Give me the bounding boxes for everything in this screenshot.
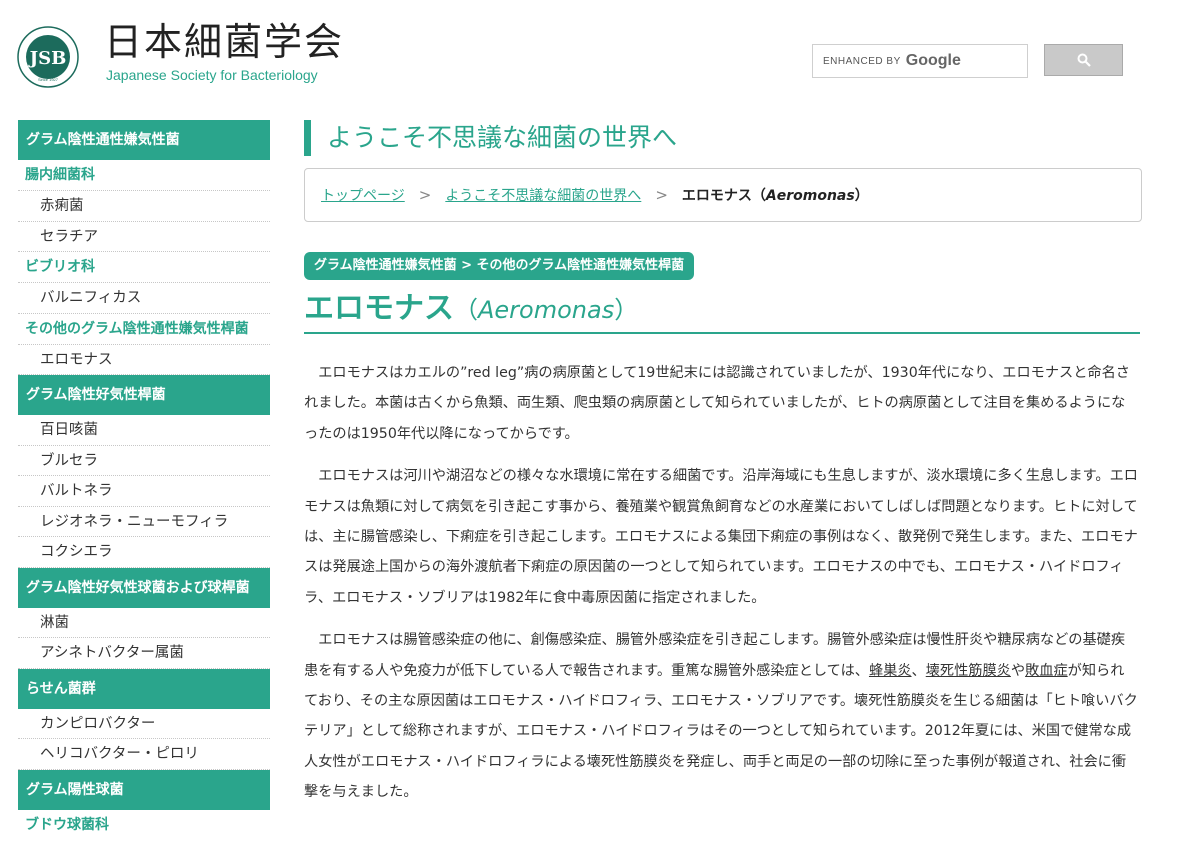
sidebar-item[interactable]: ヘリコバクター・ピロリ (18, 739, 270, 770)
site-subtitle: Japanese Society for Bacteriology (106, 67, 318, 83)
breadcrumb-home-link[interactable]: トップページ (321, 185, 405, 205)
breadcrumb-separator: > (418, 186, 432, 204)
sidebar-category[interactable]: グラム陰性通性嫌気性菌 (18, 120, 270, 160)
breadcrumb-current-ja: エロモナス (681, 188, 752, 204)
sidebar-item[interactable]: カンピロバクター (18, 709, 270, 739)
necrotizing-fasciitis-link[interactable]: 壊死性筋膜炎 (926, 663, 1011, 679)
site-title[interactable]: 日本細菌学会 (104, 20, 344, 64)
sidebar-item[interactable]: バルニフィカス (18, 283, 270, 314)
sidebar-subsection[interactable]: その他のグラム陰性通性嫌気性桿菌 (18, 314, 270, 345)
sidebar-item[interactable]: エロモナス (18, 345, 270, 375)
sidebar-nav: グラム陰性通性嫌気性菌 腸内細菌科 赤痢菌 セラチア ビブリオ科 バルニフィカス… (18, 120, 270, 841)
page-title-ja: エロモナス (304, 291, 454, 326)
sidebar-item[interactable]: ブルセラ (18, 446, 270, 476)
sidebar-item[interactable]: アシネトバクター属菌 (18, 638, 270, 669)
sidebar-item[interactable]: 百日咳菌 (18, 415, 270, 446)
sepsis-link[interactable]: 敗血症 (1025, 663, 1068, 679)
breadcrumb-separator: > (655, 186, 668, 204)
paragraph-text: 、 (911, 662, 926, 679)
jsb-logo[interactable]: JSB Since 1927 (17, 26, 79, 88)
sidebar-item[interactable]: 赤痢菌 (18, 191, 270, 222)
breadcrumb-current: エロモナス（Aeromonas） (681, 188, 869, 204)
paragraph: エロモナスは腸管感染症の他に、創傷感染症、腸管外感染症を引き起こします。腸管外感… (304, 625, 1138, 807)
search-google-label: Google (905, 52, 961, 69)
search-enhanced-label: ENHANCED BY (823, 55, 901, 67)
sidebar-category[interactable]: グラム陰性好気性球菌および球桿菌 (18, 567, 270, 608)
section-heading: ようこそ不思議な細菌の世界へ (304, 120, 677, 156)
breadcrumb-section-link[interactable]: ようこそ不思議な細菌の世界へ (445, 185, 641, 205)
paragraph-text: が知られており、その主な原因菌はエロモナス・ハイドロフィラ、エロモナス・ソブリア… (304, 662, 1138, 801)
sidebar-subsection[interactable]: ブドウ球菌科 (18, 810, 270, 841)
page-title-en: Aeromonas (478, 296, 615, 324)
sidebar-item[interactable]: レジオネラ・ニューモフィラ (18, 507, 270, 537)
sidebar-subsection[interactable]: 腸内細菌科 (18, 160, 270, 191)
sidebar-category[interactable]: グラム陽性球菌 (18, 769, 270, 810)
paragraph: エロモナスは河川や湖沼などの様々な水環境に常在する細菌です。沿岸海域にも生息しま… (304, 468, 1138, 606)
search-button[interactable] (1044, 44, 1123, 76)
paragraph-text: や (1010, 662, 1026, 679)
sidebar-category[interactable]: グラム陰性好気性桿菌 (18, 375, 270, 415)
site-header: JSB Since 1927 日本細菌学会 Japanese Society f… (0, 0, 1200, 110)
article-body: エロモナスはカエルの”red leg”病の病原菌として19世紀末には認識されてい… (304, 358, 1138, 820)
breadcrumb: トップページ > ようこそ不思議な細菌の世界へ > エロモナス（Aeromona… (304, 168, 1142, 222)
sidebar-subsection[interactable]: ビブリオ科 (18, 252, 270, 283)
category-tag[interactable]: グラム陰性通性嫌気性菌 > その他のグラム陰性通性嫌気性桿菌 (304, 252, 695, 280)
sidebar-item[interactable]: セラチア (18, 222, 270, 252)
logo-since: Since 1927 (38, 77, 59, 82)
sidebar-item[interactable]: 淋菌 (18, 608, 270, 638)
breadcrumb-current-en: Aeromonas (765, 188, 855, 204)
search-input[interactable]: ENHANCED BY Google (812, 44, 1028, 78)
page-title: エロモナス（Aeromonas） (304, 288, 1140, 334)
sidebar-item[interactable]: バルトネラ (18, 476, 270, 507)
search-icon (1077, 53, 1091, 67)
cellulitis-link[interactable]: 蜂巣炎 (869, 663, 912, 679)
paragraph: エロモナスはカエルの”red leg”病の病原菌として19世紀末には認識されてい… (304, 365, 1130, 442)
logo-text: JSB (28, 48, 67, 69)
sidebar-item[interactable]: コクシエラ (18, 537, 270, 568)
sidebar-category[interactable]: らせん菌群 (18, 668, 270, 709)
